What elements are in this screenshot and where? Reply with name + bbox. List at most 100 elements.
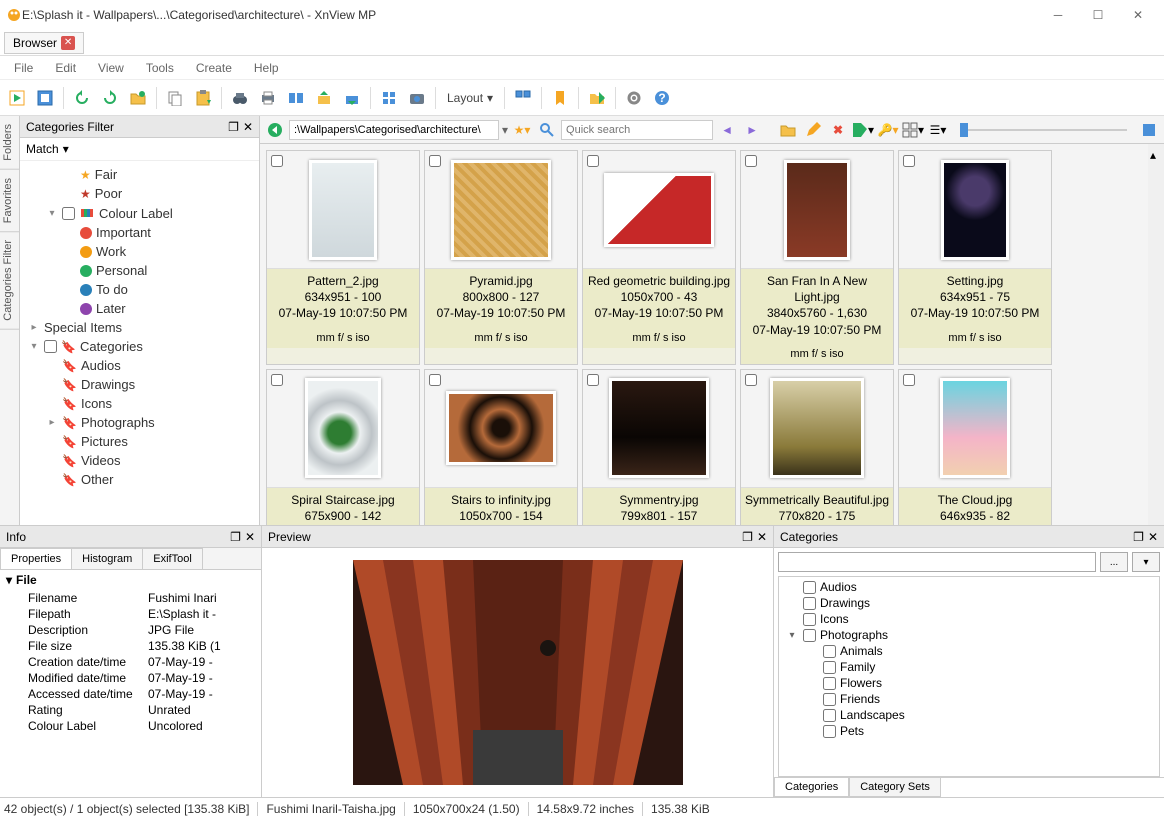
category-checkbox[interactable] [803,613,816,626]
layout-dropdown[interactable]: Layout ▾ [441,91,499,105]
thumbnail-checkbox[interactable] [745,374,757,386]
category-row[interactable]: Drawings [781,595,1157,611]
zoom-slider[interactable] [960,123,968,137]
settings-icon[interactable] [621,85,647,111]
refresh-ccw-icon[interactable] [69,85,95,111]
thumbnail-checkbox[interactable] [903,374,915,386]
tab-category-sets[interactable]: Category Sets [849,778,941,797]
undock-icon[interactable]: ❐ [230,530,241,544]
tree-item[interactable]: Important [20,223,259,242]
side-tab-categories-filter[interactable]: Categories Filter [0,232,19,330]
thumbnail-card[interactable]: The Cloud.jpg 646x935 - 82 07-May-19 10:… [898,369,1052,525]
search-icon[interactable] [536,119,558,141]
thumbnail-checkbox[interactable] [271,374,283,386]
compare-icon[interactable] [283,85,309,111]
thumbnail-checkbox[interactable] [271,155,283,167]
tree-item[interactable]: Later [20,299,259,318]
thumbnail-card[interactable]: Spiral Staircase.jpg 675x900 - 142 07-Ma… [266,369,420,525]
tree-item[interactable]: Work [20,242,259,261]
thumbnail-checkbox[interactable] [587,155,599,167]
thumbnail-checkbox[interactable] [903,155,915,167]
category-search-input[interactable] [778,552,1096,572]
prev-icon[interactable]: ◄ [716,119,738,141]
sort-icon[interactable]: ☰▾ [927,119,949,141]
folder-open-icon[interactable] [777,119,799,141]
close-panel-icon[interactable]: ✕ [1148,530,1158,544]
quick-search-input[interactable] [561,120,713,140]
menu-file[interactable]: File [4,59,43,77]
tree-item[interactable]: 🔖Drawings [20,375,259,394]
tab-browser[interactable]: Browser ✕ [4,32,84,54]
close-panel-icon[interactable]: ✕ [245,530,255,544]
category-row[interactable]: Icons [781,611,1157,627]
category-checkbox[interactable] [823,645,836,658]
menu-edit[interactable]: Edit [45,59,86,77]
chevron-down-icon[interactable]: ▾ [502,123,508,137]
edit-icon[interactable] [802,119,824,141]
view-mode-icon[interactable]: ▾ [902,119,924,141]
thumbnails-icon[interactable] [510,85,536,111]
category-checkbox[interactable] [803,629,816,642]
undock-icon[interactable]: ❐ [742,530,753,544]
scroll-up-icon[interactable]: ▴ [1150,148,1162,160]
thumbnail-card[interactable]: San Fran In A New Light.jpg 3840x5760 - … [740,150,894,365]
category-row[interactable]: Landscapes [781,707,1157,723]
thumbnail-card[interactable]: Pyramid.jpg 800x800 - 127 07-May-19 10:0… [424,150,578,365]
tab-categories[interactable]: Categories [774,778,849,797]
close-panel-icon[interactable]: ✕ [243,120,253,134]
undock-icon[interactable]: ❐ [228,120,239,134]
thumbnail-card[interactable]: Stairs to infinity.jpg 1050x700 - 154 07… [424,369,578,525]
thumbnail-checkbox[interactable] [745,155,757,167]
favorite-star-icon[interactable]: ★▾ [511,119,533,141]
category-checkbox[interactable] [823,661,836,674]
menu-create[interactable]: Create [186,59,242,77]
tree-item[interactable]: ▸Special Items [20,318,259,337]
thumbnail-card[interactable]: Symmentry.jpg 799x801 - 157 07-May-19 10… [582,369,736,525]
key-icon[interactable]: 🔑▾ [877,119,899,141]
category-row[interactable]: ▾Photographs [781,627,1157,643]
match-dropdown[interactable]: Match ▾ [20,138,259,161]
tab-histogram[interactable]: Histogram [71,548,143,569]
thumbnail-checkbox[interactable] [587,374,599,386]
camera-icon[interactable] [404,85,430,111]
back-icon[interactable] [264,119,286,141]
folder-new-icon[interactable] [125,85,151,111]
close-panel-icon[interactable]: ✕ [757,530,767,544]
category-row[interactable]: Pets [781,723,1157,739]
tab-properties[interactable]: Properties [0,548,72,569]
category-row[interactable]: Flowers [781,675,1157,691]
category-row[interactable]: Audios [781,579,1157,595]
menu-view[interactable]: View [88,59,134,77]
tree-item[interactable]: 🔖Pictures [20,432,259,451]
category-checkbox[interactable] [803,597,816,610]
tab-exiftool[interactable]: ExifTool [142,548,203,569]
category-checkbox[interactable] [803,581,816,594]
category-checkbox[interactable] [823,693,836,706]
info-section-file[interactable]: ▾File [0,570,261,590]
tree-item[interactable]: To do [20,280,259,299]
tree-item[interactable]: 🔖Icons [20,394,259,413]
help-icon[interactable]: ? [649,85,675,111]
category-checkbox[interactable] [823,677,836,690]
refresh-cw-icon[interactable] [97,85,123,111]
play-icon[interactable] [4,85,30,111]
side-tab-favorites[interactable]: Favorites [0,170,19,232]
undock-icon[interactable]: ❐ [1133,530,1144,544]
tag-folder-icon[interactable] [584,85,610,111]
side-tab-folders[interactable]: Folders [0,116,19,170]
expand-icon[interactable] [1138,119,1160,141]
paste-icon[interactable] [190,85,216,111]
minimize-button[interactable]: ─ [1038,1,1078,29]
tree-item[interactable]: ★Poor [20,184,259,203]
category-dropdown-button[interactable]: ▾ [1132,552,1160,572]
thumbnail-card[interactable]: Red geometric building.jpg 1050x700 - 43… [582,150,736,365]
category-checkbox[interactable] [823,725,836,738]
maximize-button[interactable]: ☐ [1078,1,1118,29]
thumbnail-card[interactable]: Setting.jpg 634x951 - 75 07-May-19 10:07… [898,150,1052,365]
fullscreen-icon[interactable] [32,85,58,111]
menu-help[interactable]: Help [244,59,289,77]
thumbnail-card[interactable]: Pattern_2.jpg 634x951 - 100 07-May-19 10… [266,150,420,365]
import-icon[interactable] [311,85,337,111]
close-button[interactable]: ✕ [1118,1,1158,29]
tree-item[interactable]: ▾ Colour Label [20,203,259,223]
